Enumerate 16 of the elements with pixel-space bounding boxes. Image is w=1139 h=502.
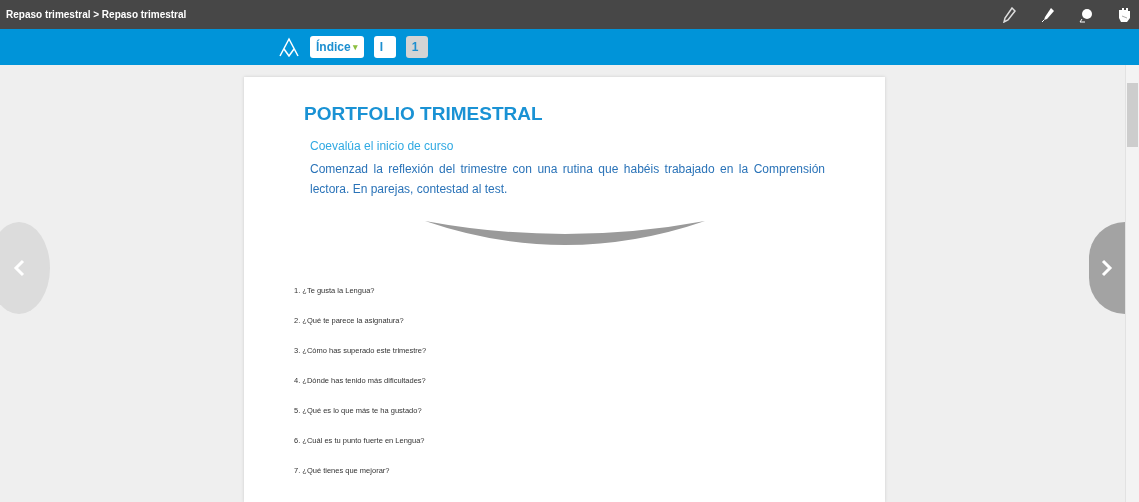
index-dropdown[interactable]: Índice ▾ bbox=[310, 36, 364, 58]
logo-icon bbox=[278, 37, 300, 57]
document-title: PORTFOLIO TRIMESTRAL bbox=[304, 103, 544, 125]
intro-paragraph: Comenzad la reflexión del trimestre con una rutina que habéis trabajado en la Comprensión lectora. En parejas, contestad al test. bbox=[310, 161, 825, 198]
marker-icon[interactable] bbox=[1041, 6, 1055, 23]
page-button[interactable]: I bbox=[373, 36, 396, 58]
page-button[interactable]: 1 bbox=[405, 36, 428, 58]
eraser-icon[interactable] bbox=[1079, 6, 1093, 23]
chevron-left-icon bbox=[13, 259, 25, 277]
scroll-thumb[interactable] bbox=[1127, 83, 1138, 147]
breadcrumb: Repaso trimestral > Repaso trimestral bbox=[6, 9, 187, 20]
hand-icon[interactable] bbox=[1117, 6, 1131, 23]
scrollbar[interactable] bbox=[1125, 65, 1139, 502]
pencil-icon[interactable] bbox=[1003, 6, 1017, 23]
chevron-right-icon bbox=[1101, 259, 1113, 277]
section-subtitle: Coevalúa el inicio de curso bbox=[310, 139, 455, 153]
